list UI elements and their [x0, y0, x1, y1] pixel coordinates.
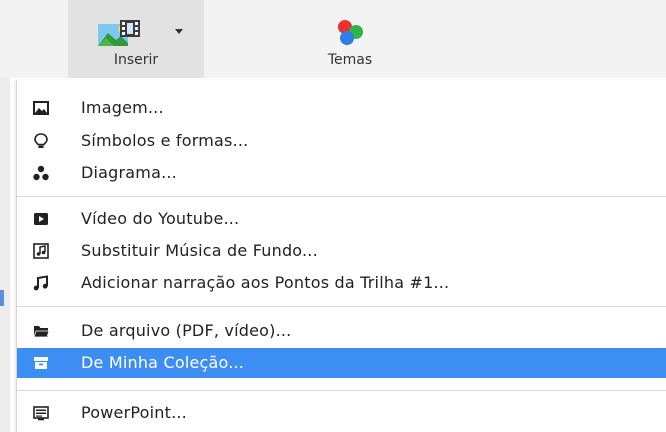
menu-separator [17, 306, 666, 307]
menu-item-label: Imagem... [81, 98, 164, 117]
background-accent-edge [0, 290, 4, 306]
color-balls-icon [290, 18, 410, 46]
menu-separator [17, 196, 666, 197]
menu-item-youtube-video[interactable]: Vídeo do Youtube... [17, 204, 666, 234]
menu-item-label: Vídeo do Youtube... [81, 209, 240, 228]
menu-item-label: Substituir Música de Fundo... [81, 241, 318, 260]
themes-label: Temas [327, 52, 373, 68]
folder-icon [33, 323, 50, 339]
menu-item-label: Adicionar narração aos Pontos da Trilha … [81, 273, 450, 292]
menu-item-image[interactable]: Imagem... [17, 93, 666, 123]
menu-item-label: PowerPoint... [81, 403, 187, 422]
menu-item-powerpoint[interactable]: PowerPoint... [17, 398, 666, 428]
menu-item-label: De Minha Coleção... [81, 353, 245, 372]
image-film-icon [68, 18, 204, 46]
play-icon [33, 211, 49, 227]
image-icon [33, 100, 49, 116]
menu-separator [17, 390, 666, 391]
toolbar: Inserir Temas [0, 0, 666, 78]
music-note-icon [33, 275, 49, 291]
menu-item-diagram[interactable]: Diagrama... [17, 158, 666, 188]
menu-item-symbols-shapes[interactable]: Símbolos e formas... [17, 126, 666, 156]
background-panel-edge [0, 78, 10, 432]
menu-item-label: De arquivo (PDF, vídeo)... [81, 321, 292, 340]
insert-button[interactable]: Inserir [68, 0, 204, 78]
collection-icon [33, 355, 49, 371]
insert-dropdown-menu: Imagem... Símbolos e formas... Diagrama.… [16, 80, 666, 432]
menu-item-label: Diagrama... [81, 163, 177, 182]
menu-item-from-file[interactable]: De arquivo (PDF, vídeo)... [17, 316, 666, 346]
menu-item-replace-background-music[interactable]: Substituir Música de Fundo... [17, 236, 666, 266]
insert-label: Inserir [113, 52, 159, 68]
powerpoint-icon [33, 405, 49, 421]
chevron-down-icon [175, 29, 183, 34]
diagram-icon [33, 165, 49, 181]
menu-item-from-my-collection[interactable]: De Minha Coleção... [17, 348, 666, 378]
menu-item-add-narration[interactable]: Adicionar narração aos Pontos da Trilha … [17, 268, 666, 298]
menu-item-label: Símbolos e formas... [81, 131, 249, 150]
themes-button[interactable]: Temas [290, 0, 410, 78]
lightbulb-icon [33, 133, 49, 149]
page: Inserir Temas Imagem... Símbolos e forma… [0, 0, 666, 432]
music-file-icon [33, 243, 49, 259]
